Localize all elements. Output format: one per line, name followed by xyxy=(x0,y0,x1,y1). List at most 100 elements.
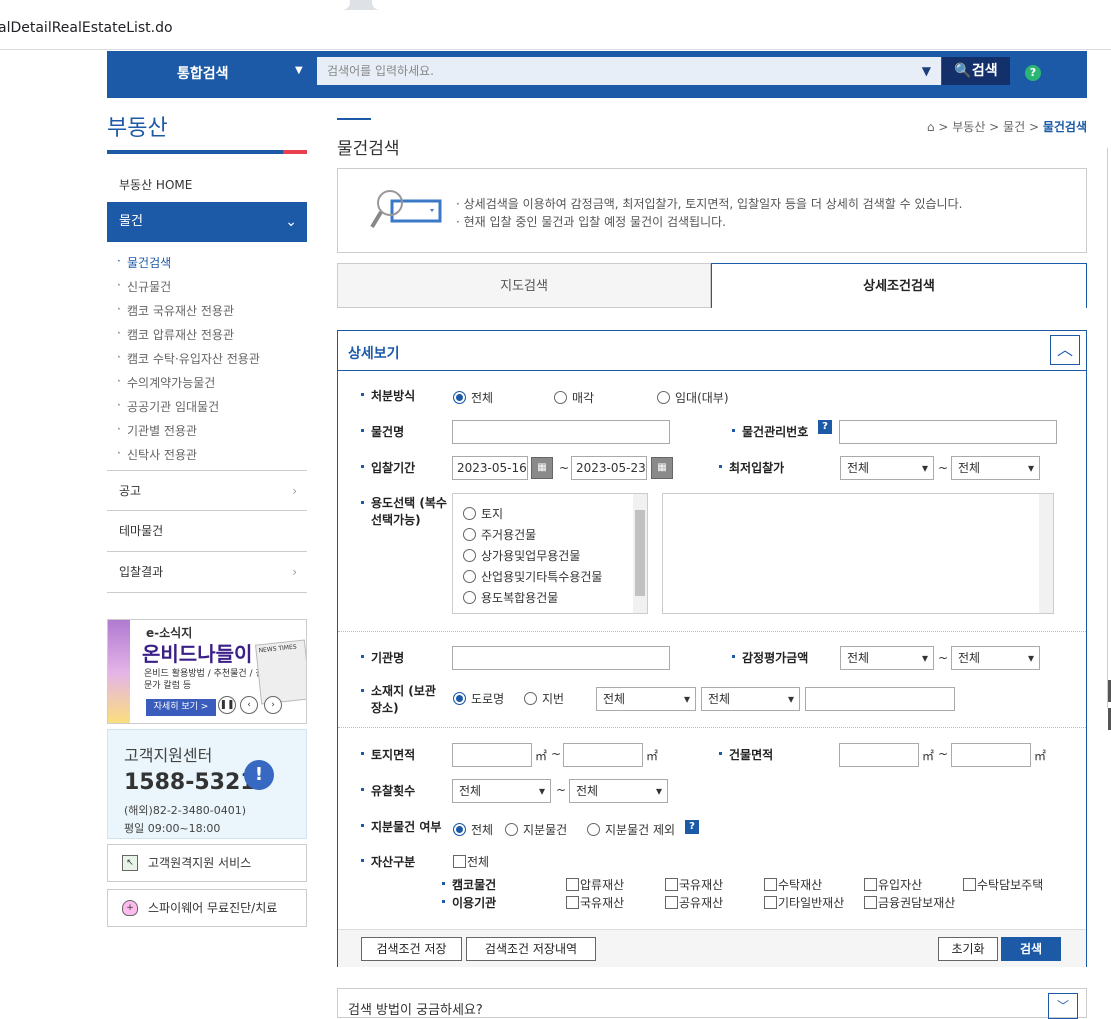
submenu-item[interactable]: 신탁사 전용관 xyxy=(115,446,260,470)
calendar-icon[interactable]: ▦ xyxy=(651,457,673,479)
help-icon[interactable]: ? xyxy=(1025,65,1041,81)
prev-icon[interactable]: ‹ xyxy=(240,696,258,714)
usage-option[interactable]: 상가용및업무용건물 xyxy=(463,547,580,564)
submenu-item[interactable]: 캠코 수탁·유입자산 전용관 xyxy=(115,350,260,374)
search-input[interactable]: 검색어를 입력하세요. ▼ xyxy=(317,57,941,85)
land-to-input[interactable] xyxy=(563,743,643,767)
scrollbar[interactable] xyxy=(1039,494,1053,613)
land-from-input[interactable] xyxy=(452,743,532,767)
url-text[interactable]: alDetailRealEstateList.do xyxy=(0,20,173,36)
location-radio-lot[interactable]: 지번 xyxy=(524,690,564,707)
usage-option[interactable]: 주거용건물 xyxy=(463,526,536,543)
period-from-input[interactable]: 2023-05-16 xyxy=(452,456,528,480)
help-icon[interactable]: ? xyxy=(685,820,699,834)
newsletter-banner[interactable]: e-소식지 온비드나들이 온비드 활용방법 / 추천물건 / 전문가 칼럼 등 … xyxy=(107,619,307,724)
page-title: 물건검색 xyxy=(337,139,400,159)
home-icon[interactable]: ⌂ xyxy=(927,120,935,134)
criteria-history-button[interactable]: 검색조건 저장내역 xyxy=(466,937,596,961)
org-input[interactable] xyxy=(452,646,670,670)
share-radio-share[interactable]: 지분물건 xyxy=(505,821,567,838)
name-input[interactable] xyxy=(452,420,670,444)
pause-icon[interactable]: ❚❚ xyxy=(218,696,236,714)
bldg-to-input[interactable] xyxy=(951,743,1031,767)
crumb-item[interactable]: 부동산 xyxy=(952,120,985,134)
remote-support-button[interactable]: ↖ 고객원격지원 서비스 xyxy=(107,844,307,882)
submenu-item[interactable]: 공공기관 임대물건 xyxy=(115,398,260,422)
bldg-from-input[interactable] xyxy=(839,743,919,767)
asset-checkbox[interactable]: 국유재산 xyxy=(566,894,624,911)
spyware-button[interactable]: + 스파이웨어 무료진단/치료 xyxy=(107,889,307,927)
search-scope-select[interactable]: 통합검색 ▼ xyxy=(107,51,317,90)
caret-down-icon: ▼ xyxy=(295,65,303,76)
search-button[interactable]: 🔍검색 xyxy=(942,57,1010,85)
disposal-radio-sale[interactable]: 매각 xyxy=(554,389,594,406)
mgmt-no-input[interactable] xyxy=(839,420,1057,444)
appraisal-from-select[interactable]: 전체 xyxy=(840,646,934,670)
scrollbar[interactable] xyxy=(633,494,647,613)
nav-home-link[interactable]: 부동산 HOME xyxy=(119,176,192,193)
asset-checkbox[interactable]: 수탁담보주택 xyxy=(963,876,1043,893)
submenu-item[interactable]: 수의계약가능물건 xyxy=(115,374,260,398)
submenu-item[interactable]: 캠코 압류재산 전용관 xyxy=(115,326,260,350)
nav-menu-theme[interactable]: 테마물건 xyxy=(107,511,307,552)
next-icon[interactable]: › xyxy=(264,696,282,714)
banner-more-button[interactable]: 자세히 보기 > xyxy=(146,699,216,716)
title-underline xyxy=(107,150,307,154)
minbid-to-select[interactable]: 전체 xyxy=(951,456,1040,480)
fail-from-select[interactable]: 전체 xyxy=(452,779,551,803)
disposal-radio-all[interactable]: 전체 xyxy=(453,389,493,406)
panel-header: 상세보기 ︿ xyxy=(338,331,1086,371)
search-icon: 🔍 xyxy=(954,63,972,79)
asset-checkbox[interactable]: 공유재산 xyxy=(665,894,723,911)
location-sido-select[interactable]: 전체 xyxy=(596,687,696,711)
reset-button[interactable]: 초기화 xyxy=(938,937,998,961)
usage-sub-listbox[interactable] xyxy=(662,493,1054,614)
asset-checkbox[interactable]: 압류재산 xyxy=(566,876,624,893)
support-hours: 평일 09:00~18:00 xyxy=(124,822,221,835)
asset-checkbox[interactable]: 기타일반재산 xyxy=(764,894,844,911)
crumb-item[interactable]: 물건 xyxy=(1003,120,1025,134)
usage-option[interactable]: 산업용및기타특수용건물 xyxy=(463,568,602,585)
fail-to-select[interactable]: 전체 xyxy=(569,779,668,803)
submenu-item[interactable]: 기관별 전용관 xyxy=(115,422,260,446)
search-help-box[interactable]: 검색 방법이 궁금하세요? ﹀ xyxy=(337,988,1087,1019)
usage-option[interactable]: 용도복합용건물 xyxy=(463,589,558,606)
appraisal-to-select[interactable]: 전체 xyxy=(951,646,1040,670)
nav-menu-notice[interactable]: 공고 › xyxy=(107,470,307,511)
asset-all-checkbox[interactable]: 전체 xyxy=(453,853,489,870)
search-submit-button[interactable]: 검색 xyxy=(1001,937,1061,961)
chevron-right-icon: › xyxy=(292,565,297,579)
share-radio-exclude[interactable]: 지분물건 제외 xyxy=(587,821,675,838)
location-radio-road[interactable]: 도로명 xyxy=(453,690,504,707)
tab-map-search[interactable]: 지도검색 xyxy=(337,263,711,308)
usage-listbox[interactable]: 토지 주거용건물 상가용및업무용건물 산업용및기타특수용건물 용도복합용건물 xyxy=(452,493,648,614)
submenu-item[interactable]: 캠코 국유재산 전용관 xyxy=(115,302,260,326)
minbid-from-select[interactable]: 전체 xyxy=(840,456,934,480)
expand-icon[interactable]: ﹀ xyxy=(1048,993,1078,1019)
collapse-icon[interactable]: ︿ xyxy=(1050,335,1080,365)
asset-checkbox[interactable]: 유입자산 xyxy=(864,876,922,893)
location-sigungu-select[interactable]: 전체 xyxy=(701,687,800,711)
breadcrumb: ⌂ > 부동산 > 물건 > 물건검색 xyxy=(926,120,1087,134)
asset-checkbox[interactable]: 국유재산 xyxy=(665,876,723,893)
asset-checkbox[interactable]: 금융권담보재산 xyxy=(864,894,955,911)
info-line: · 현재 입찰 중인 물건과 입찰 예정 물건이 검색됩니다. xyxy=(456,215,726,229)
tab-detail-search[interactable]: 상세조건검색 xyxy=(711,263,1087,308)
nav-menu-results[interactable]: 입찰결과 › xyxy=(107,552,307,593)
appraisal-label: 감정평가금액 xyxy=(731,651,809,665)
calendar-icon[interactable]: ▦ xyxy=(531,457,553,479)
nav-current-item[interactable]: 물건 ⌄ xyxy=(107,202,307,242)
help-icon[interactable]: ? xyxy=(818,420,832,434)
save-criteria-button[interactable]: 검색조건 저장 xyxy=(361,937,462,961)
disposal-radio-lease[interactable]: 임대(대부) xyxy=(657,389,729,406)
submenu-item[interactable]: 물건검색 xyxy=(115,254,260,278)
dropdown-icon[interactable]: ▼ xyxy=(922,57,931,85)
asset-checkbox[interactable]: 수탁재산 xyxy=(764,876,822,893)
submenu-item[interactable]: 신규물건 xyxy=(115,278,260,302)
share-radio-all[interactable]: 전체 xyxy=(453,821,493,838)
support-phone: 1588-5321 xyxy=(124,770,256,795)
usage-option[interactable]: 토지 xyxy=(463,505,503,522)
period-to-input[interactable]: 2023-05-23 xyxy=(571,456,647,480)
location-input[interactable] xyxy=(805,687,955,711)
browser-address-bar: alDetailRealEstateList.do xyxy=(0,0,1111,50)
